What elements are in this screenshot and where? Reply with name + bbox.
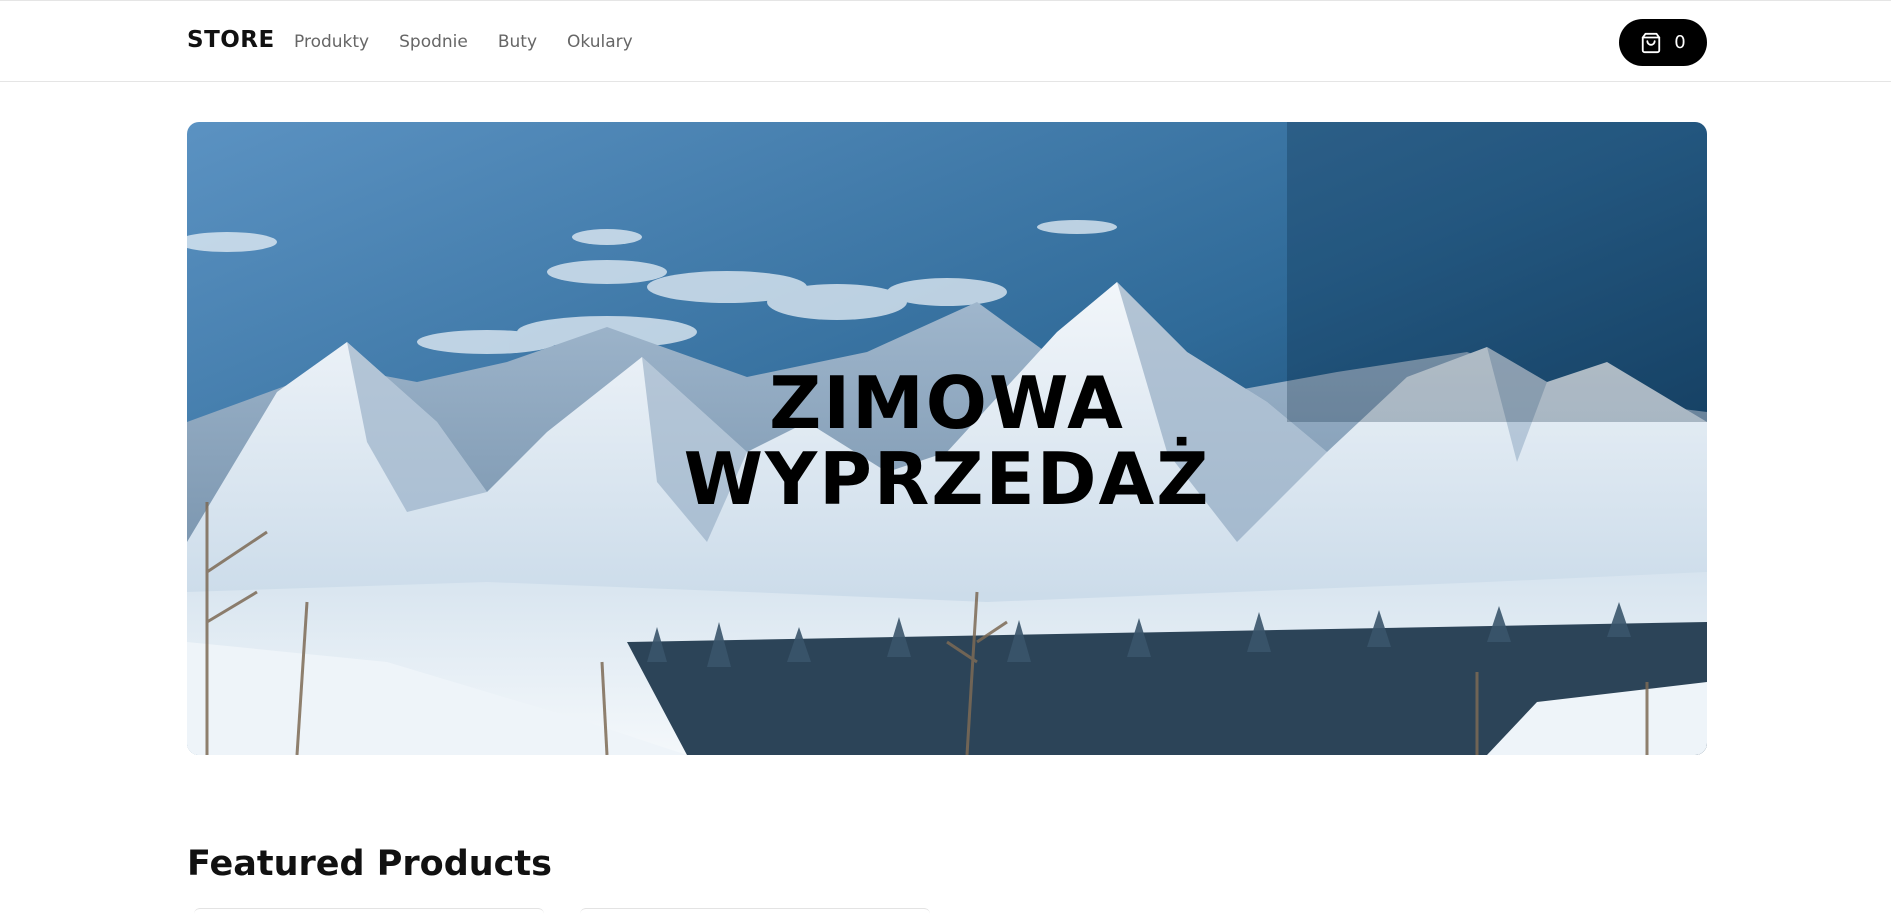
cart-count: 0 [1674, 32, 1686, 53]
cart-button[interactable]: 0 [1619, 19, 1707, 66]
nav-link-spodnie[interactable]: Spodnie [399, 32, 468, 52]
featured-products-heading: Featured Products [187, 844, 552, 884]
top-navigation-bar: STORE Produkty Spodnie Buty Okulary 0 [0, 0, 1891, 82]
product-card[interactable] [194, 908, 544, 914]
shopping-bag-icon [1642, 32, 1661, 53]
hero-title: ZIMOWA WYPRZEDAŻ [187, 365, 1707, 517]
hero-title-line1: ZIMOWA [769, 361, 1125, 445]
nav-link-buty[interactable]: Buty [498, 32, 537, 52]
product-card[interactable] [580, 908, 930, 914]
store-logo[interactable]: STORE [187, 27, 275, 53]
nav-link-okulary[interactable]: Okulary [567, 32, 633, 52]
main-nav: Produkty Spodnie Buty Okulary [294, 32, 663, 52]
hero-title-line2: WYPRZEDAŻ [683, 437, 1211, 521]
hero-banner[interactable]: ZIMOWA WYPRZEDAŻ [187, 122, 1707, 755]
nav-link-produkty[interactable]: Produkty [294, 32, 369, 52]
